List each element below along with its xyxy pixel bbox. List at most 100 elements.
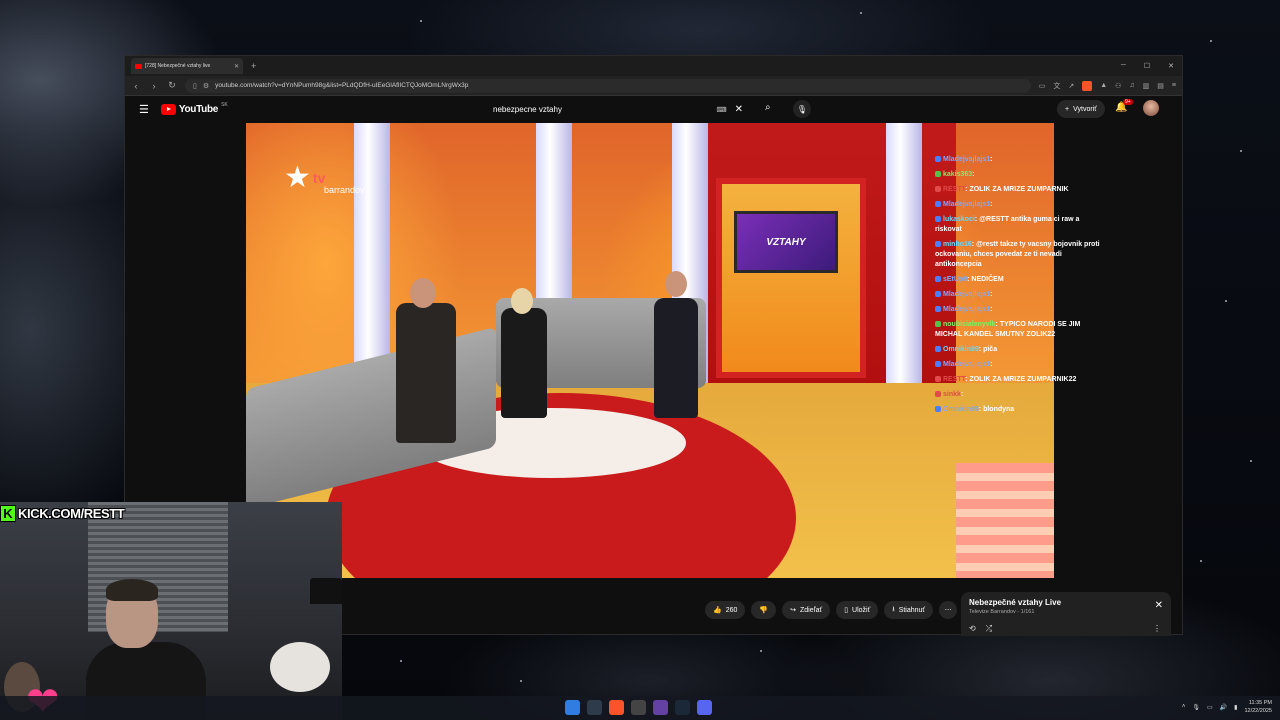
chat-username[interactable]: Mladejvajlajs1 [943,361,990,368]
steam-icon[interactable] [675,700,690,715]
share-button[interactable]: ↪ Zdieľať [782,601,831,619]
country-code: SK [221,102,228,108]
menu-icon[interactable]: ≡ [1172,82,1176,89]
download-button[interactable]: ⭳ Stiahnuť [884,601,934,619]
visual-studio-icon[interactable] [653,700,668,715]
youtube-logo[interactable]: YouTube SK [160,102,228,115]
volume-icon[interactable]: 🔊 [1220,704,1227,711]
obs-icon[interactable] [631,700,646,715]
chat-badge-icon [935,376,941,383]
clock[interactable]: 11:35 PM 12/22/2025 [1244,699,1272,715]
chat-username[interactable]: Mladejvajlajs1 [943,291,990,298]
chat-username[interactable]: kakis363 [943,171,972,178]
close-icon[interactable]: ✕ [1155,600,1163,611]
video-actions: 👍 260 👎 ↪ Zdieľať ▯ Uložiť ⭳ Stiahnuť ⋯ [705,601,958,619]
like-button[interactable]: 👍 260 [705,601,746,619]
chat-username[interactable]: minho16 [943,241,972,248]
dislike-button[interactable]: 👎 [751,601,777,619]
tray-chevron-icon[interactable]: ˄ [1182,704,1186,710]
address-bar: ‹ › ↻ ▯ ⚙ youtube.com/watch?v=dYnNPumh98… [125,76,1182,96]
chat-badge-icon [935,291,941,298]
chat-separator: : [990,306,993,313]
chat-message: Mladejvajlajs1: [935,360,1105,370]
keyboard-icon[interactable]: ⌨ [717,106,727,114]
url-field[interactable]: ▯ ⚙ youtube.com/watch?v=dYnNPumh98g&list… [185,78,1031,93]
rewards-icon[interactable]: ▲ [1100,82,1107,89]
chat-username[interactable]: Omnikin99 [943,346,979,353]
tab-close-icon[interactable]: ✕ [234,63,239,70]
battery-icon[interactable]: ▮ [1234,704,1237,711]
minimize-icon[interactable]: ─ [1121,62,1126,70]
chat-username[interactable]: Mladejvajlajs1 [943,201,990,208]
chat-separator: : [990,291,993,298]
tv-barrandov-logo: ★ tv barrandov [284,163,365,196]
sidebar-icon[interactable]: ▥ [1143,82,1150,90]
microphone-icon[interactable]: 🎙 [1192,704,1200,711]
reload-icon[interactable]: ↻ [167,80,177,91]
voice-search-icon[interactable]: 🎙 [793,100,811,118]
download-label: Stiahnuť [898,606,926,614]
chat-message: Omnikin99: piča [935,345,1105,355]
chat-username[interactable]: RESTT [943,376,965,383]
wallet-icon[interactable]: ▤ [1157,82,1164,90]
studio-screen: VZTAHY [734,211,838,273]
brave-shield-icon[interactable] [1082,80,1093,91]
star [1210,40,1212,42]
save-button[interactable]: ▯ Uložiť [836,601,879,619]
guide-menu-icon[interactable]: ☰ [139,103,149,116]
star [420,20,422,22]
windows-start-icon[interactable] [565,700,580,715]
brave-browser-icon[interactable] [609,700,624,715]
window-controls: ─ ☐ ✕ [1121,62,1182,70]
translate-icon[interactable]: 文 [1053,81,1060,91]
studio-stairs [956,463,1054,578]
music-icon[interactable]: ♫ [1129,82,1134,89]
bookmark-icon[interactable]: ▯ [193,82,197,90]
site-info-icon[interactable]: ⚙ [203,82,209,90]
avatar[interactable] [1143,100,1159,116]
more-actions-icon[interactable]: ⋯ [939,601,958,619]
video-player[interactable]: VZTAHY ★ tv barrandov [246,123,1054,578]
star [760,650,762,652]
chat-username[interactable]: Mladejvajlajs1 [943,156,990,163]
notification-count: 9+ [1123,99,1133,105]
chat-username[interactable]: Mladejvajlajs1 [943,306,990,313]
terminal-icon[interactable] [587,700,602,715]
chat-username[interactable]: noubisialenyvlk [943,321,996,328]
clear-search-icon[interactable]: ✕ [735,104,743,115]
create-button[interactable]: + Vytvoriť [1057,100,1105,118]
share-icon[interactable]: ↗ [1068,82,1074,90]
live-chat-overlay: Mladejvajlajs1: kakis363: RESTT: ZOLIK Z… [935,155,1105,420]
chat-username[interactable]: sinkk [943,391,961,398]
playlist-panel: Nebezpečné vztahy Live Televize Barrando… [961,592,1171,636]
back-icon[interactable]: ‹ [131,81,141,91]
chat-message: minho16: @restt takze ty vacsny bojovnik… [935,240,1105,270]
chat-username[interactable]: sEtUp9 [943,276,967,283]
kebab-menu-icon[interactable]: ⋮ [1153,624,1161,633]
playlist-controls: ⟲ ⤮ [969,624,992,634]
new-tab-icon[interactable]: + [251,61,256,71]
search-input[interactable] [493,105,709,114]
discord-icon[interactable] [697,700,712,715]
chat-username[interactable]: Omnikin99 [943,406,979,413]
maximize-icon[interactable]: ☐ [1144,62,1150,70]
taskbar: ˄ 🎙 ▭ 🔊 ▮ 11:35 PM 12/22/2025 [0,696,1280,720]
close-window-icon[interactable]: ✕ [1168,62,1174,70]
playlist-title[interactable]: Nebezpečné vztahy Live [969,598,1163,607]
cast-icon[interactable]: ▭ [1039,82,1046,90]
extension-icon[interactable]: ⚇ [1115,82,1121,90]
browser-tab[interactable]: [728] Nebezpečné vztahy live ✕ [131,58,243,74]
chat-text: ZOLIK ZA MRIZE ZUMPARNIK [969,186,1069,193]
loop-icon[interactable]: ⟲ [969,624,976,634]
chat-separator: : [972,171,975,178]
studio-doorway [716,178,866,378]
forward-icon[interactable]: › [149,81,159,91]
search-icon[interactable]: ⌕ [765,102,771,113]
network-icon[interactable]: ▭ [1207,704,1213,711]
shuffle-icon[interactable]: ⤮ [986,624,992,634]
taskbar-apps [565,700,712,715]
webcam-overlay: ❤ [0,502,342,720]
star [1250,460,1252,462]
chat-username[interactable]: lukaskoci [943,216,975,223]
chat-username[interactable]: RESTT [943,186,965,193]
